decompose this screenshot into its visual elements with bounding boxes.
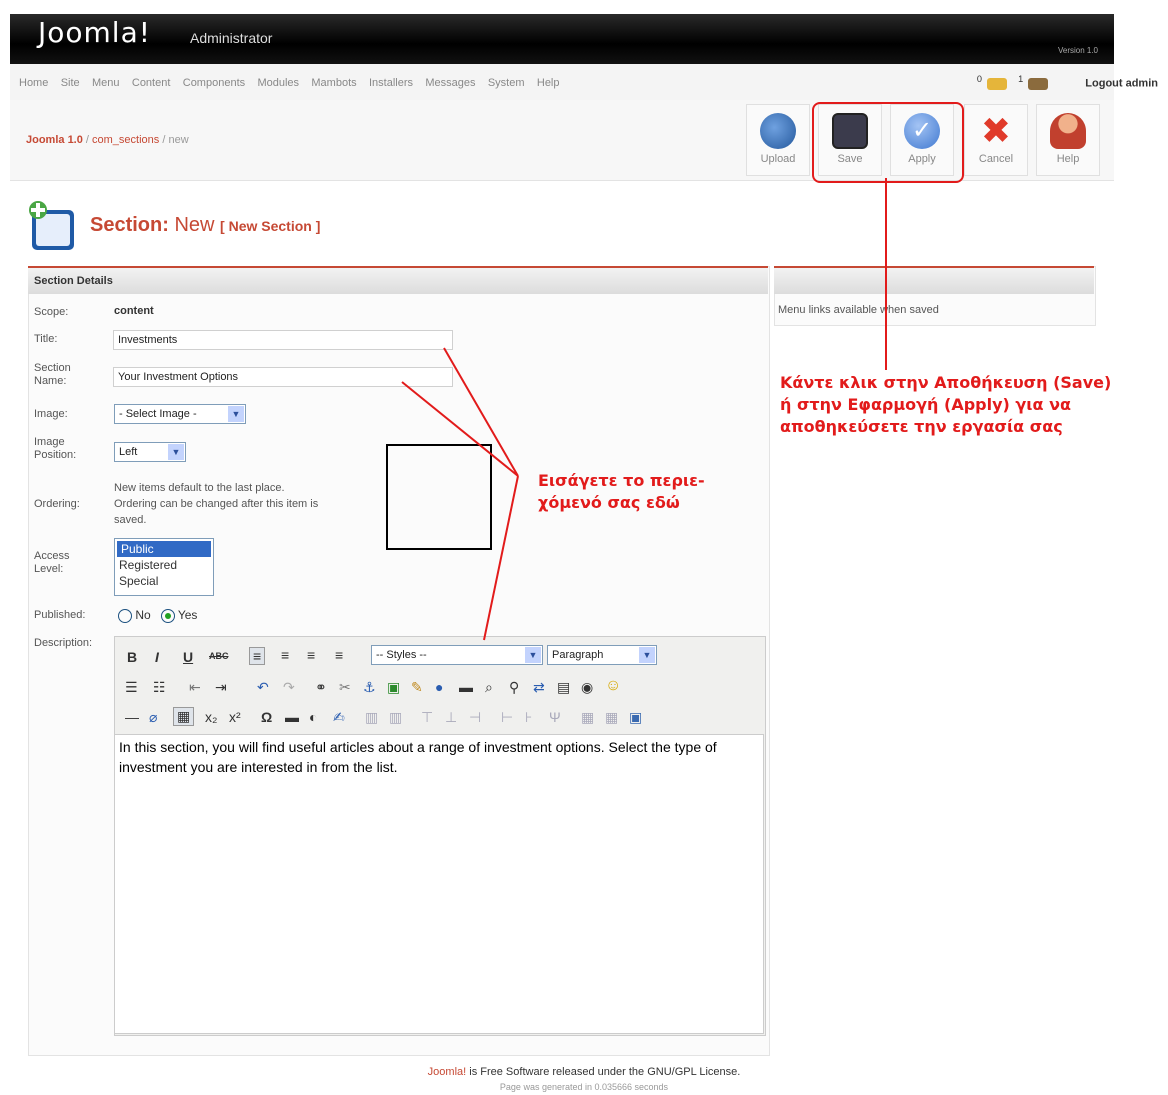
footer-joomla-link[interactable]: Joomla!	[428, 1066, 467, 1078]
footer-license: Joomla! is Free Software released under …	[0, 1066, 1168, 1078]
footer-license-text: is Free Software released under the GNU/…	[466, 1066, 741, 1078]
annotation-enter-content: Εισάγετε το περιε- χόμενό σας εδώ	[538, 471, 705, 512]
footer-generated: Page was generated in 0.035666 seconds	[499, 1082, 669, 1092]
annotation-save-apply: Κάντε κλικ στην Αποθήκευση (Save) ή στην…	[780, 373, 1112, 436]
annotation-arrows	[401, 178, 887, 641]
